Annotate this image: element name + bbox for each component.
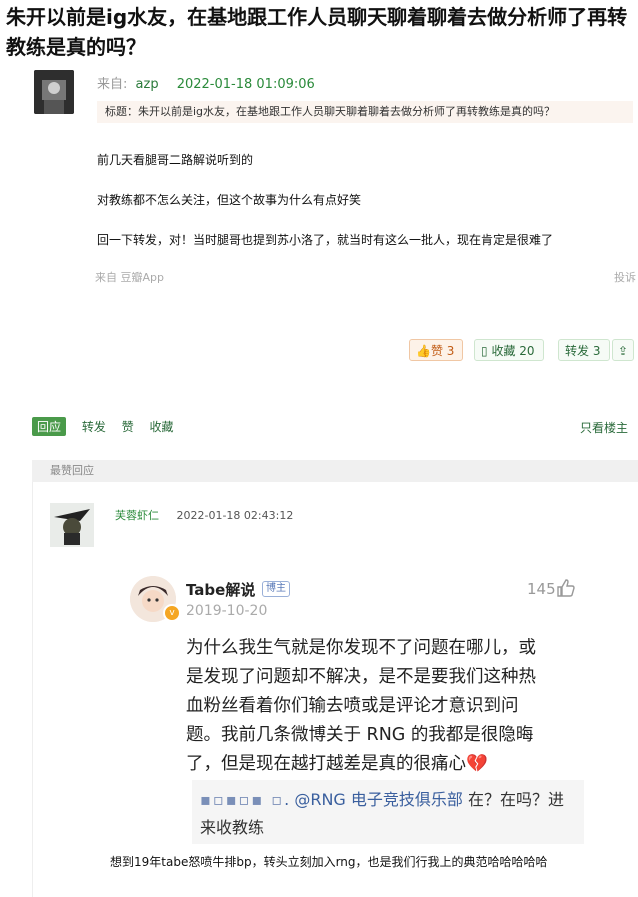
bookmark-icon: ▯	[481, 344, 488, 358]
commenter-avatar[interactable]	[50, 503, 94, 547]
post-meta: 来自: azp 2022-01-18 01:09:06	[97, 73, 315, 92]
weibo-quote: ▪▫▪▫▪ ▫. @RNG 电子竞技俱乐部 在？在吗？进 来收教练	[192, 780, 584, 844]
body-line-3: 回一下转发，对！当时腿哥也提到苏小洛了，就当时有这么一批人，现在肯定是很难了	[97, 233, 554, 247]
thumb-up-icon	[556, 578, 576, 602]
only-op-link[interactable]: 只看楼主	[580, 419, 628, 436]
like-button[interactable]: 👍赞 3	[409, 339, 463, 361]
author-name[interactable]: azp	[136, 77, 159, 92]
share-out-icon[interactable]: ⇪	[612, 339, 634, 361]
comment-caption: 想到19年tabe怒喷牛排bp，转头立刻加入rng，也是我们行我上的典范哈哈哈哈…	[110, 855, 548, 869]
thumb-up-svg	[557, 579, 575, 597]
post-quote: 标题：朱开以前是ig水友，在基地跟工作人员聊天聊着聊着去做分析师了再转教练是真的…	[97, 101, 633, 123]
weibo-line-2: 是发现了问题却不解决，是不是要我们这种热	[186, 667, 536, 687]
from-label: 来自:	[97, 77, 128, 92]
author-avatar[interactable]	[34, 70, 74, 114]
author-avatar-image	[34, 70, 74, 114]
post-time: 2022-01-18 01:09:06	[176, 77, 315, 92]
hot-replies-header: 最赞回应	[32, 460, 638, 482]
weibo-quote-mention: . @RNG 电子竞技俱乐部	[284, 790, 463, 809]
weibo-date: 2019-10-20	[186, 603, 268, 619]
verified-badge-icon: v	[163, 604, 181, 622]
favorite-button[interactable]: ▯ 收藏 20	[474, 339, 544, 361]
weibo-quote-rest: 在？在吗？进	[462, 790, 564, 809]
thumb-up-icon: 👍	[416, 344, 431, 358]
body-line-2: 对教练都不怎么关注，但这个故事为什么有点好笑	[97, 193, 362, 207]
like-link[interactable]: 赞	[122, 420, 134, 434]
share-link[interactable]: 转发	[82, 420, 106, 434]
comment-meta: 芙蓉虾仁 2022-01-18 02:43:12	[115, 507, 293, 523]
favorite-link[interactable]: 收藏	[150, 420, 174, 434]
comment-time: 2022-01-18 02:43:12	[176, 509, 294, 522]
weibo-likes: 145	[527, 580, 556, 598]
post-source: 来自 豆瓣App	[95, 271, 164, 284]
weibo-tag: 博主	[262, 581, 290, 597]
post-title: 朱开以前是ig水友，在基地跟工作人员聊天聊着聊着去做分析师了再转教练是真的吗？	[6, 5, 628, 59]
weibo-line-1: 为什么我生气就是你发现不了问题在哪儿，或	[186, 638, 536, 658]
action-bar: 回应 转发 赞 收藏	[32, 417, 174, 436]
reply-button[interactable]: 回应	[32, 417, 67, 436]
weibo-line-5: 了，但是现在越打越差是真的很痛心💔	[186, 754, 488, 774]
body-line-1: 前几天看腿哥二路解说听到的	[97, 153, 254, 167]
weibo-line-4: 题。我前几条微博关于 RNG 的我都是很隐晦	[186, 725, 534, 745]
commenter-name[interactable]: 芙蓉虾仁	[115, 509, 159, 522]
share-button[interactable]: 转发 3	[558, 339, 610, 361]
weibo-quote-line-1: ▪▫▪▫▪ ▫. @RNG 电子竞技俱乐部 在？在吗？进	[200, 786, 576, 814]
report-link[interactable]: 投诉	[614, 269, 636, 285]
commenter-avatar-image	[50, 503, 94, 547]
weibo-quote-line-2: 来收教练	[200, 818, 265, 837]
weibo-name: Tabe解说	[186, 581, 256, 599]
weibo-quote-blurred: ▪▫▪▫▪ ▫	[200, 790, 285, 809]
weibo-line-3: 血粉丝看着你们输去喷或是评论才意识到问	[186, 696, 519, 716]
